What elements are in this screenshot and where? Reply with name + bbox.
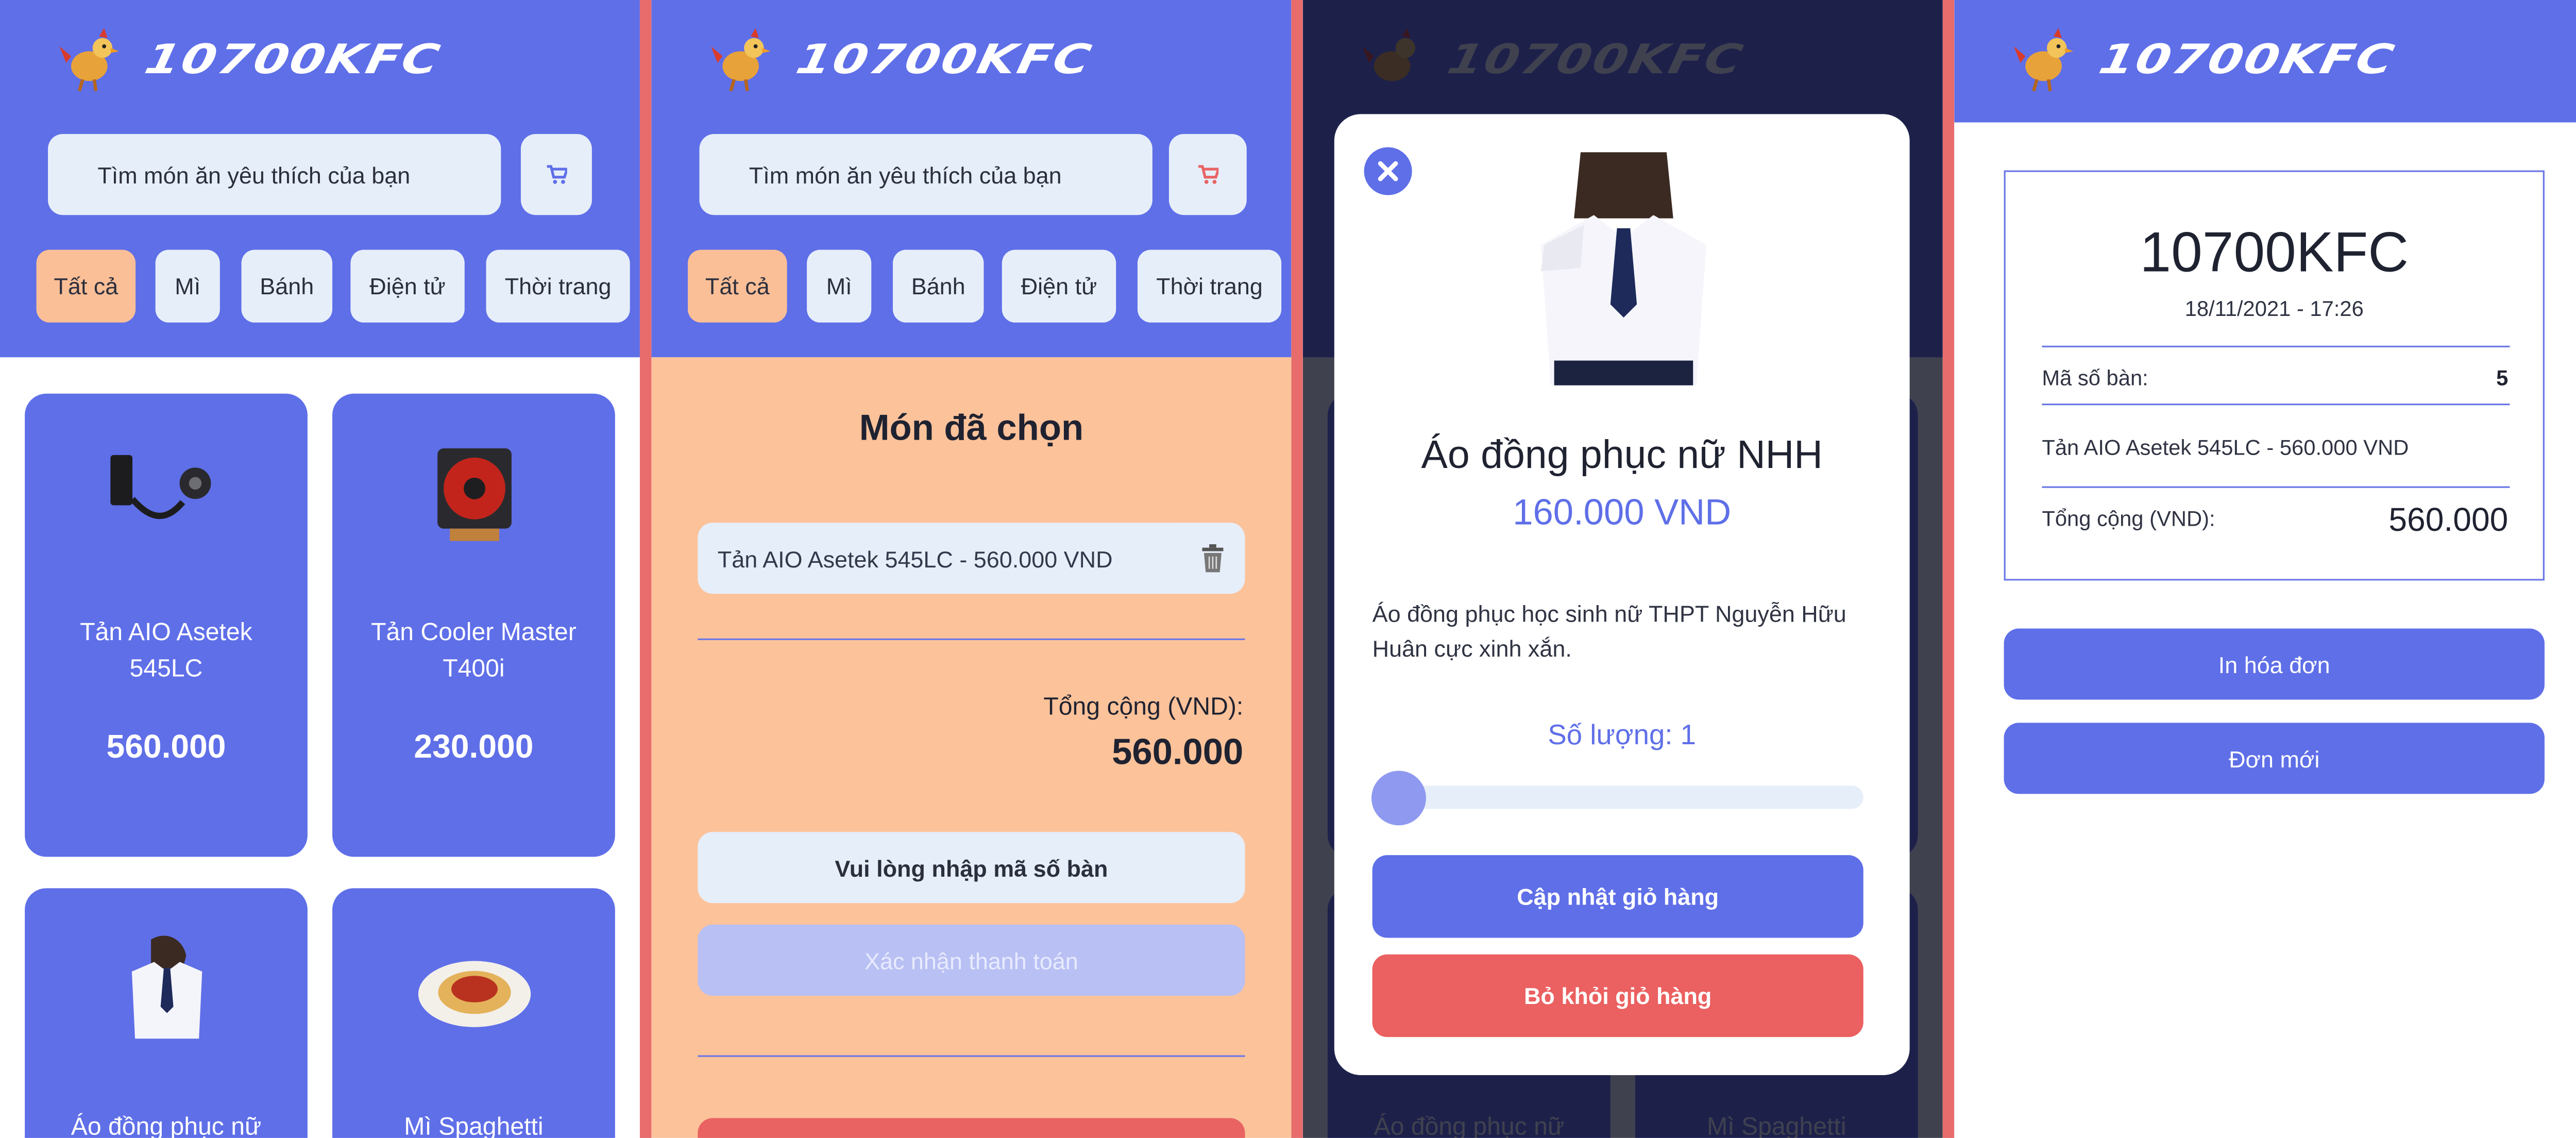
product-card[interactable]: Áo đồng phục nữ: [25, 888, 308, 1138]
quantity-slider[interactable]: [1371, 771, 1863, 826]
modal-product-name: Áo đồng phục nữ NHH: [1421, 433, 1823, 478]
category-bread[interactable]: Bánh: [892, 249, 984, 323]
product-name: Mì Spaghetti: [404, 1113, 544, 1138]
cart-icon: [1198, 165, 1219, 184]
product-card[interactable]: Tản AIO Asetek 545LC 560.000: [25, 393, 308, 857]
cart-title: Món đã chọn: [859, 407, 1084, 448]
school-uniform-image: [131, 935, 201, 1039]
separator: [1291, 0, 1303, 1138]
table-number-input[interactable]: Vui lòng nhập mã số bàn: [698, 832, 1245, 903]
product-name: Áo đồng phục nữ: [71, 1113, 262, 1138]
receipt-datetime: 18/11/2021 - 17:26: [2184, 296, 2364, 321]
screen-receipt: 10700KFC 10700KFC 18/11/2021 - 17:26 Mã …: [1954, 0, 2576, 1138]
logo-text: 10700KFC: [792, 36, 1097, 83]
product-card[interactable]: Tản Cooler Master T400i 230.000: [332, 393, 615, 857]
cart-icon: [547, 165, 567, 184]
receipt-title: 10700KFC: [2140, 222, 2409, 284]
product-name: Tản AIO Asetek 545LC: [80, 618, 252, 683]
separator: [639, 0, 652, 1138]
table-number-label: Mã số bàn:: [2042, 365, 2148, 391]
cart-panel: Món đã chọn Tản AIO Asetek 545LC - 560.0…: [651, 357, 1292, 1138]
aio-cooler-image: [109, 455, 210, 520]
receipt-box: 10700KFC 18/11/2021 - 17:26 Mã số bàn: 5…: [2004, 170, 2545, 581]
product-price: 560.000: [106, 729, 226, 766]
screen-menu: 10700KFC Tìm món ăn yêu thích của bạn Tấ…: [0, 0, 640, 1138]
new-order-button[interactable]: Đơn mới: [2004, 723, 2545, 794]
logo[interactable]: 10700KFC: [708, 26, 1096, 92]
modal-product-price: 160.000 VND: [1513, 491, 1732, 533]
logo[interactable]: 10700KFC: [56, 26, 445, 92]
total-label: Tổng cộng (VND):: [1043, 693, 1244, 722]
category-noodles[interactable]: Mì: [807, 249, 872, 323]
screen-product-modal: 10700KFC Áo đồng phục nữ Mì Spaghetti: [1302, 0, 1943, 1138]
close-button[interactable]: [1364, 147, 1412, 195]
cpu-cooler-image: [436, 448, 511, 541]
product-modal: Áo đồng phục nữ NHH 160.000 VND Áo đồng …: [1334, 114, 1910, 1075]
screen-cart: 10700KFC Tìm món ăn yêu thích của bạn Tấ…: [651, 0, 1292, 1138]
rooster-logo-icon: [59, 28, 120, 92]
confirm-payment-button[interactable]: Xác nhận thanh toán: [698, 924, 1245, 996]
header: 10700KFC Tìm món ăn yêu thích của bạn Tấ…: [0, 0, 640, 358]
red-action-button[interactable]: [698, 1118, 1245, 1138]
cart-item-label: Tản AIO Asetek 545LC - 560.000 VND: [717, 546, 1113, 573]
modal-product-description: Áo đồng phục học sinh nữ THPT Nguyễn Hữu…: [1372, 600, 1846, 662]
receipt-total-value: 560.000: [2388, 503, 2509, 540]
receipt-item: Tản AIO Asetek 545LC - 560.000 VND: [2042, 435, 2409, 460]
total-value: 560.000: [1112, 731, 1244, 773]
table-number-value: 5: [2496, 365, 2509, 391]
category-bread[interactable]: Bánh: [241, 249, 333, 323]
search-input[interactable]: Tìm món ăn yêu thích của bạn: [699, 133, 1153, 215]
receipt-total-label: Tổng cộng (VND):: [2042, 506, 2215, 531]
divider: [2042, 486, 2510, 488]
rooster-logo-icon: [2013, 28, 2074, 92]
category-fashion[interactable]: Thời trang: [486, 249, 630, 323]
logo-text: 10700KFC: [140, 36, 445, 83]
quantity-label: Số lượng: 1: [1548, 719, 1697, 751]
category-all[interactable]: Tất cả: [36, 249, 136, 323]
header: 10700KFC: [1954, 0, 2576, 123]
cart-button[interactable]: [1168, 133, 1247, 215]
update-cart-button[interactable]: Cập nhật giỏ hàng: [1372, 855, 1863, 938]
product-name: Tản Cooler Master T400i: [371, 618, 577, 683]
cart-item[interactable]: Tản AIO Asetek 545LC - 560.000 VND: [698, 523, 1245, 594]
rooster-logo-icon: [710, 28, 771, 92]
cart-button[interactable]: [520, 133, 592, 215]
divider: [698, 1055, 1245, 1057]
category-fashion[interactable]: Thời trang: [1137, 249, 1282, 323]
remove-from-cart-button[interactable]: Bỏ khỏi giỏ hàng: [1372, 954, 1863, 1037]
category-all[interactable]: Tất cả: [688, 249, 787, 323]
divider: [2042, 345, 2510, 347]
spaghetti-image: [417, 961, 530, 1027]
header: 10700KFC Tìm món ăn yêu thích của bạn Tấ…: [651, 0, 1292, 358]
search-input[interactable]: Tìm món ăn yêu thích của bạn: [48, 133, 501, 215]
category-electronics[interactable]: Điện tử: [1002, 249, 1116, 323]
logo-text: 10700KFC: [2094, 36, 2400, 83]
print-invoice-button[interactable]: In hóa đơn: [2004, 628, 2545, 700]
logo[interactable]: 10700KFC: [2010, 26, 2399, 92]
product-card[interactable]: Mì Spaghetti: [332, 888, 615, 1138]
separator: [1942, 0, 1955, 1138]
trash-icon[interactable]: [1200, 544, 1225, 573]
quantity-slider-thumb[interactable]: [1371, 771, 1426, 826]
product-price: 230.000: [414, 729, 534, 766]
divider: [2042, 404, 2510, 406]
category-noodles[interactable]: Mì: [155, 249, 220, 323]
close-icon: [1378, 161, 1398, 181]
school-uniform-image: [1531, 152, 1717, 386]
divider: [698, 638, 1245, 640]
category-electronics[interactable]: Điện tử: [350, 249, 465, 323]
